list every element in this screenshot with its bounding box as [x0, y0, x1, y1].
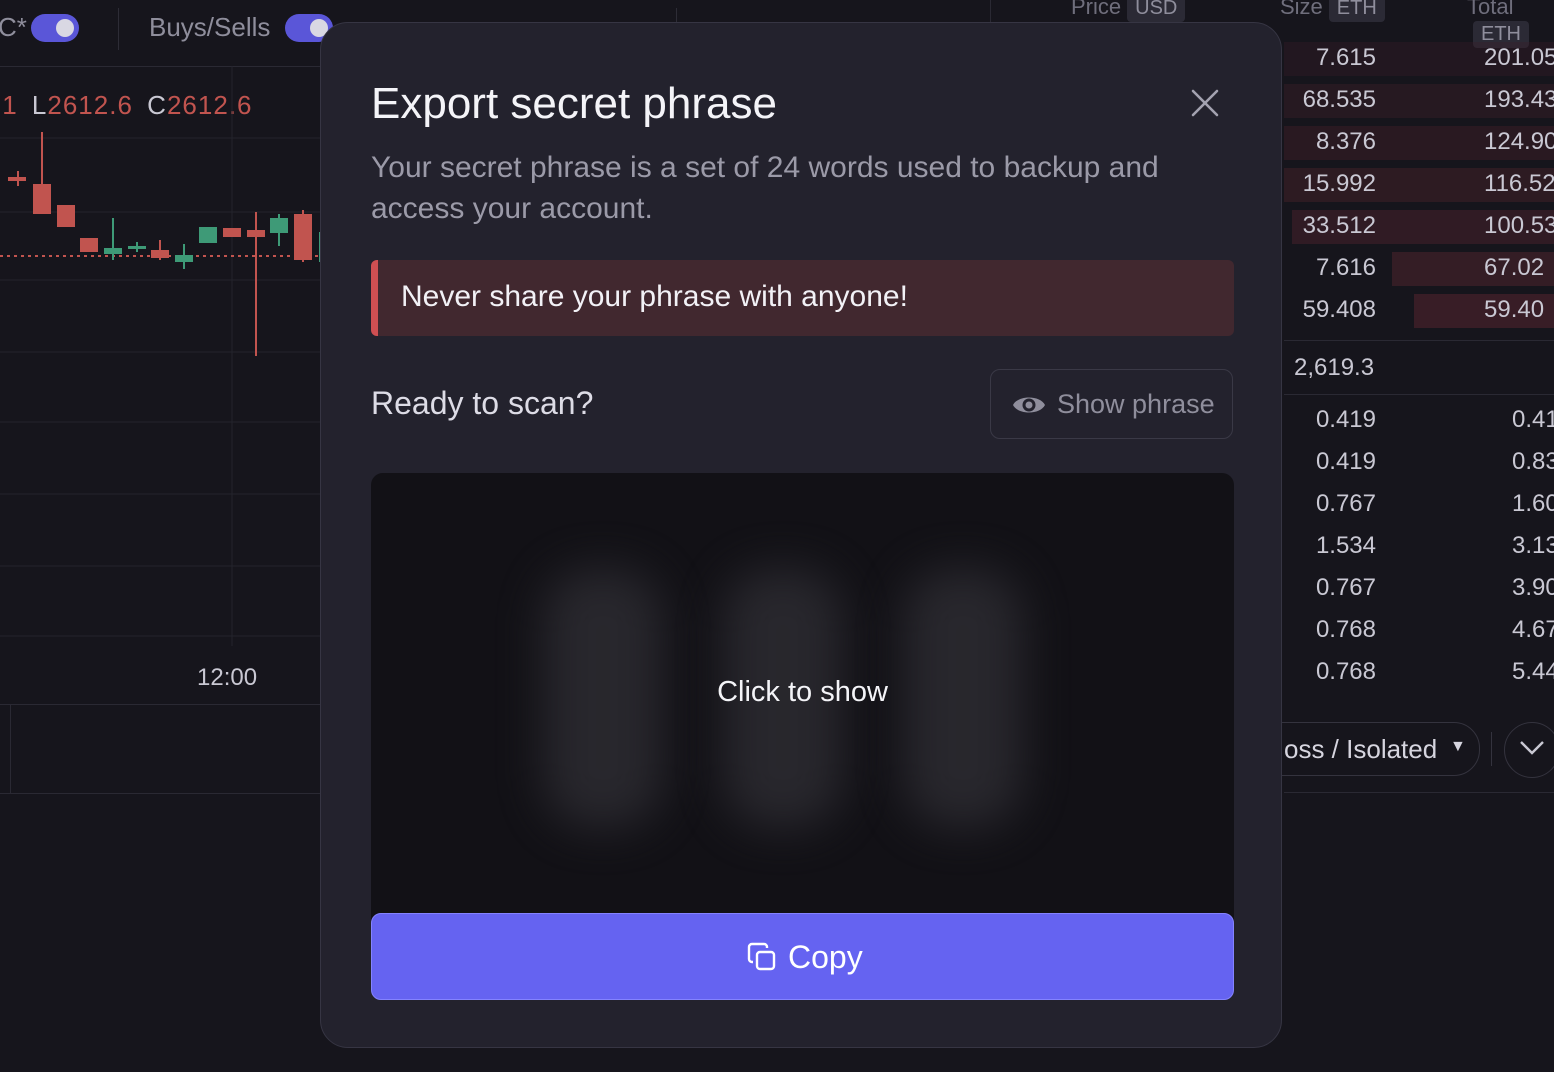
- warning-stripe: [371, 260, 378, 336]
- warning-banner: Never share your phrase with anyone!: [371, 260, 1234, 336]
- show-phrase-label: Show phrase: [1057, 389, 1215, 419]
- copy-label: Copy: [788, 939, 863, 975]
- close-icon: [1191, 89, 1219, 117]
- eye-icon: [1013, 397, 1045, 413]
- show-phrase-button[interactable]: Show phrase: [990, 369, 1233, 439]
- click-to-show-label: Click to show: [717, 676, 888, 708]
- blurred-qr-code[interactable]: Click to show: [371, 473, 1234, 921]
- copy-icon: [747, 942, 776, 971]
- modal-title: Export secret phrase: [371, 79, 777, 128]
- warning-message: Never share your phrase with anyone!: [401, 280, 908, 313]
- modal-description: Your secret phrase is a set of 24 words …: [371, 151, 1159, 225]
- export-secret-phrase-modal: Export secret phrase Your secret phrase …: [320, 22, 1282, 1048]
- close-button[interactable]: [1187, 85, 1223, 121]
- copy-button[interactable]: Copy: [371, 913, 1234, 1000]
- scan-label: Ready to scan?: [371, 385, 594, 421]
